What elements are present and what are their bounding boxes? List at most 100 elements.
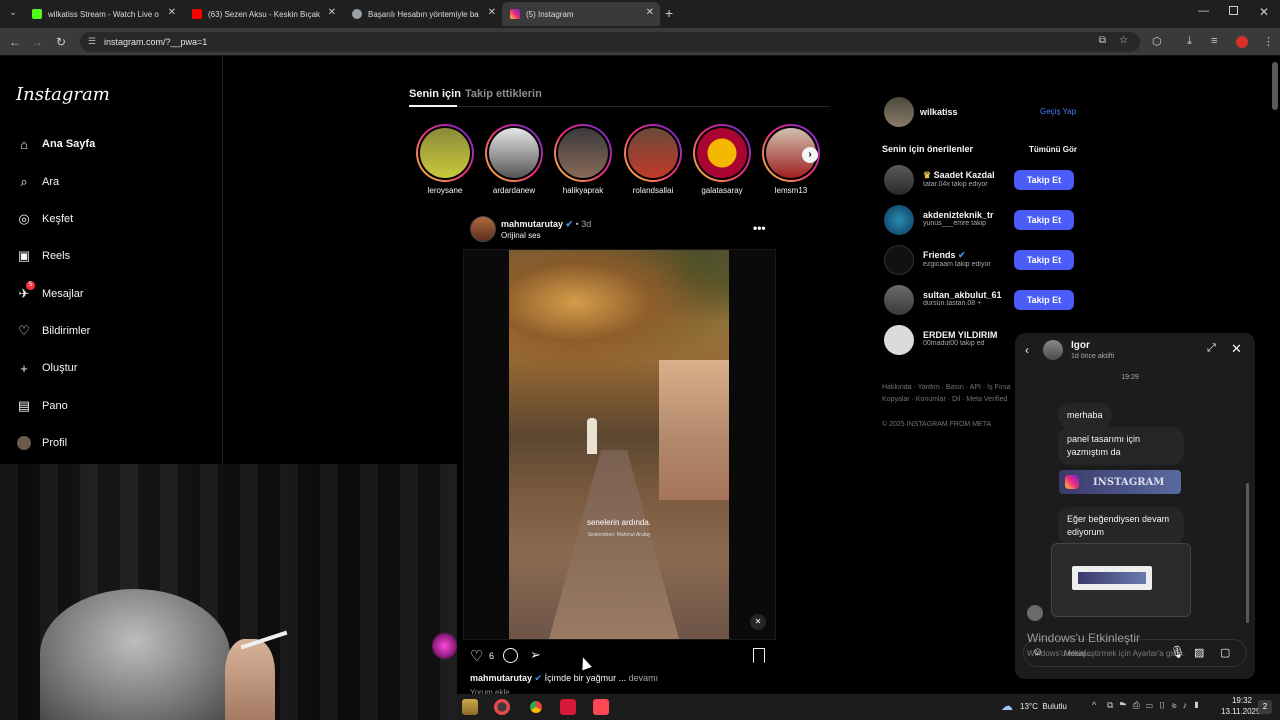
chat-scrollbar[interactable]: [1246, 483, 1249, 623]
sidebar-item-explore[interactable]: ◎ Keşfet: [16, 211, 73, 227]
see-all-link[interactable]: Tümünü Gör: [1029, 145, 1077, 154]
follow-button[interactable]: Takip Et: [1014, 170, 1074, 190]
post-author-username[interactable]: mahmutarutay ✔ • 3d: [501, 219, 591, 230]
like-count[interactable]: 6: [489, 651, 494, 661]
switch-account-link[interactable]: Geçiş Yap: [1040, 107, 1076, 116]
follow-button[interactable]: Takip Et: [1014, 250, 1074, 270]
tab-kick[interactable]: wilkatiss Stream - Watch Live o ✕: [24, 2, 182, 26]
chrome-icon[interactable]: [528, 699, 544, 715]
tray-chevron-icon[interactable]: ^: [1092, 700, 1096, 710]
suggestion-name[interactable]: ♛ Saadet Kazdal: [923, 170, 1011, 181]
post-author-avatar[interactable]: [470, 216, 496, 242]
tray-icons[interactable]: ⧉☁⎙▭▯≋♪▮: [1107, 700, 1206, 711]
instagram-logo[interactable]: Instagram: [16, 84, 110, 105]
my-username[interactable]: wilkatiss: [920, 107, 958, 117]
suggestion-avatar[interactable]: [884, 245, 914, 275]
follow-button[interactable]: Takip Et: [1014, 210, 1074, 230]
weather-icon[interactable]: ☁: [1001, 699, 1013, 713]
reload-icon[interactable]: ↻: [54, 35, 68, 49]
like-icon[interactable]: ♡: [470, 647, 483, 665]
tab-instagram[interactable]: (5) Instagram ✕: [502, 2, 660, 26]
caption-more-link[interactable]: devamı: [629, 673, 659, 683]
post-more-icon[interactable]: •••: [753, 221, 766, 235]
expand-icon[interactable]: ⤢: [1207, 342, 1216, 355]
my-avatar[interactable]: [884, 97, 914, 127]
back-icon[interactable]: ←: [8, 35, 22, 49]
chat-screenshot-thumb[interactable]: [1051, 543, 1191, 617]
sidebar-item-home[interactable]: ⌂ Ana Sayfa: [16, 136, 95, 152]
bookmark-star-icon[interactable]: ☆: [1119, 35, 1128, 46]
footer-links[interactable]: Hakkında · Yardım · Basın · API · İş Fır…: [882, 384, 1011, 391]
download-icon[interactable]: ⤓: [1187, 35, 1192, 48]
forward-icon[interactable]: →: [30, 35, 44, 49]
chat-contact-avatar[interactable]: [1043, 340, 1063, 360]
video-overlay-sub: Seslendiren: Mahmut Arutay: [587, 532, 651, 538]
sidebar-item-dashboard[interactable]: ▤ Pano: [16, 398, 68, 414]
tab-article[interactable]: Başarılı Hesabın yöntemiyle ba ✕: [344, 2, 502, 26]
suggestion-avatar[interactable]: [884, 325, 914, 355]
sidebar-item-create[interactable]: + Oluştur: [16, 360, 77, 376]
save-icon[interactable]: [753, 648, 765, 663]
install-app-icon[interactable]: ⧉: [1099, 35, 1106, 46]
close-tab-icon[interactable]: ✕: [328, 7, 336, 18]
profile-avatar[interactable]: [1236, 36, 1248, 48]
close-tab-icon[interactable]: ✕: [488, 7, 496, 18]
close-tab-icon[interactable]: ✕: [168, 7, 176, 18]
tab-for-you[interactable]: Senin için: [409, 88, 461, 100]
stories-next-icon[interactable]: ›: [802, 147, 818, 163]
suggestion-name[interactable]: Friends ✔: [923, 250, 1011, 261]
caption-username[interactable]: mahmutarutay: [470, 673, 532, 683]
address-bar[interactable]: ☰ instagram.com/?__pwa=1 ⧉ ☆: [80, 32, 1140, 52]
sidebar-item-messages[interactable]: ✈ 5 Mesajlar: [16, 281, 84, 302]
suggestion-name[interactable]: akdenizteknik_tr: [923, 210, 1011, 220]
menu-kebab-icon[interactable]: ⋮: [1263, 35, 1274, 48]
chat-back-icon[interactable]: ‹: [1025, 343, 1029, 357]
taskbar-date[interactable]: 13.11.2025: [1221, 707, 1260, 716]
suggestion-avatar[interactable]: [884, 165, 914, 195]
minimize-icon[interactable]: —: [1198, 5, 1209, 17]
suggestion-avatar[interactable]: [884, 285, 914, 315]
thumb-inner-banner: [1072, 566, 1152, 590]
tab-following[interactable]: Takip ettiklerin: [465, 88, 542, 100]
chat-image-banner[interactable]: INSTAGRAM: [1059, 470, 1181, 494]
comment-icon[interactable]: [503, 648, 518, 663]
story-item[interactable]: leroysane: [416, 124, 474, 195]
obs-icon[interactable]: [494, 699, 510, 715]
close-tab-icon[interactable]: ✕: [646, 7, 654, 18]
app-icon-red[interactable]: [560, 699, 576, 715]
sidebar-item-reels[interactable]: ▣ Reels: [16, 248, 70, 264]
footer-links[interactable]: Kopyalar · Konumlar · Dil · Meta Verifie…: [882, 396, 1007, 403]
weather-text[interactable]: 13°C Bulutlu: [1020, 702, 1067, 711]
mute-icon[interactable]: ✕: [750, 614, 766, 630]
follow-button[interactable]: Takip Et: [1014, 290, 1074, 310]
story-item[interactable]: galatasaray: [693, 124, 751, 195]
page-scrollbar[interactable]: [1272, 62, 1278, 110]
share-icon[interactable]: ➢: [530, 647, 541, 663]
site-info-icon[interactable]: ☰: [88, 36, 96, 47]
suggestion-subtitle: ezgicaam takip ediyor: [923, 261, 991, 268]
suggestion-name[interactable]: ERDEM YILDIRIM: [923, 330, 1011, 340]
extensions-icon[interactable]: ⬡: [1152, 35, 1162, 48]
file-explorer-icon[interactable]: [462, 699, 478, 715]
tab-youtube[interactable]: (63) Sezen Aksu - Keskin Bıçak ✕: [184, 2, 342, 26]
sidebar-item-notifications[interactable]: ♡ Bildirimler: [16, 323, 90, 339]
taskbar-time[interactable]: 19:32: [1227, 696, 1257, 705]
story-item[interactable]: halikyaprak: [554, 124, 612, 195]
chat-contact-name[interactable]: Igor: [1071, 340, 1090, 351]
suggestion-avatar[interactable]: [884, 205, 914, 235]
new-tab-button[interactable]: +: [665, 5, 673, 21]
sidebar-item-search[interactable]: ⌕ Ara: [16, 174, 59, 190]
notification-badge[interactable]: 2: [1258, 700, 1272, 714]
sidebar-item-profile[interactable]: Profil: [16, 435, 67, 451]
close-icon[interactable]: ✕: [1231, 341, 1242, 357]
post-video[interactable]: senelerin ardında. Seslendiren: Mahmut A…: [509, 250, 729, 639]
tab-search-icon[interactable]: ⌄: [6, 7, 20, 21]
suggestion-name[interactable]: sultan_akbulut_61: [923, 290, 1011, 300]
close-window-icon[interactable]: ✕: [1259, 5, 1269, 19]
story-item[interactable]: rolandsallai: [624, 124, 682, 195]
restore-icon[interactable]: [1229, 6, 1238, 15]
post-audio[interactable]: Orijinal ses: [501, 231, 541, 240]
app-icon-valorant[interactable]: [593, 699, 609, 715]
reading-list-icon[interactable]: ≡: [1211, 35, 1217, 47]
story-item[interactable]: ardardanew: [485, 124, 543, 195]
